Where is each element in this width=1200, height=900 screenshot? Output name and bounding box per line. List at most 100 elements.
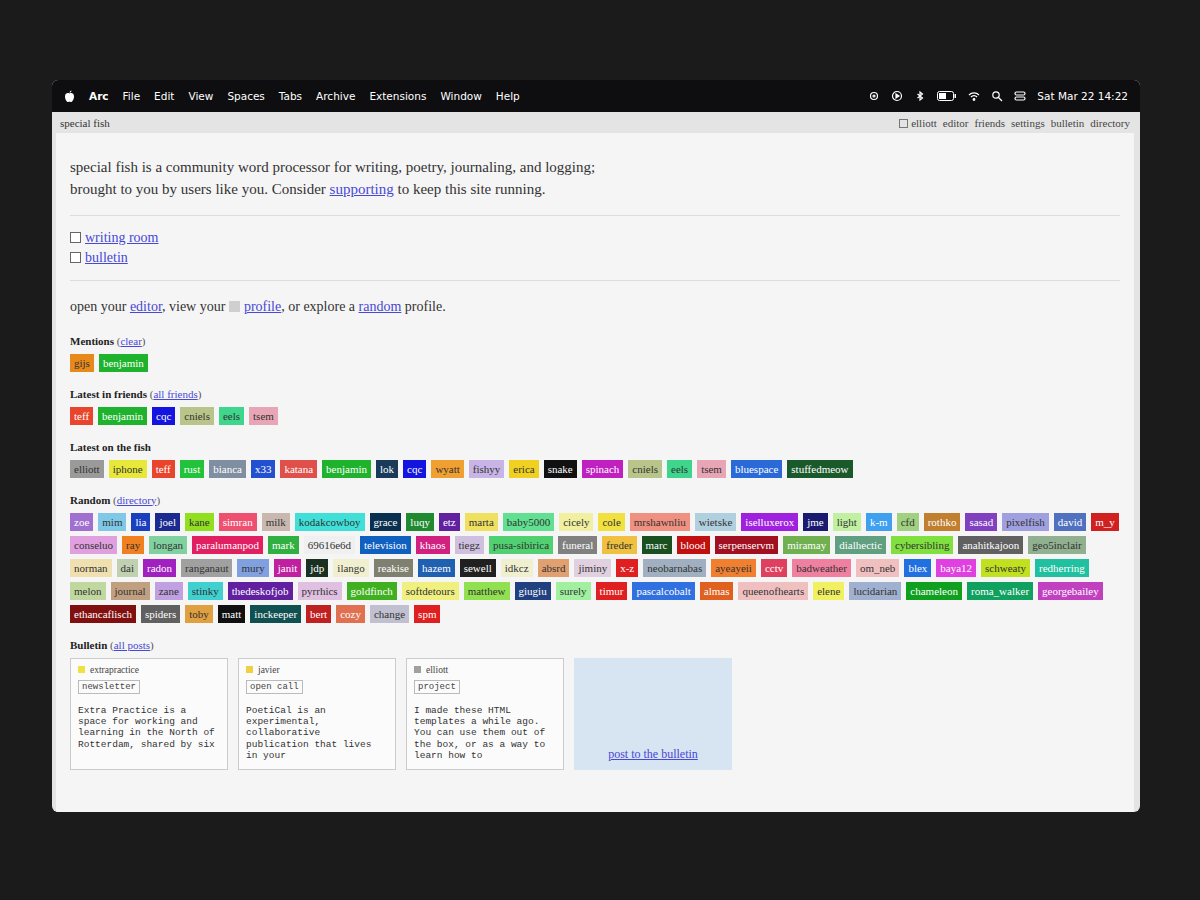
user-tag[interactable]: surely xyxy=(556,582,591,600)
user-tag[interactable]: x33 xyxy=(251,460,276,478)
bulletin-card[interactable]: elliottprojectI made these HTML template… xyxy=(406,658,564,771)
user-tag[interactable]: jdp xyxy=(306,559,328,577)
user-tag[interactable]: mim xyxy=(98,513,126,531)
user-tag[interactable]: cqc xyxy=(403,460,426,478)
user-tag[interactable]: teff xyxy=(70,407,93,425)
menu-item[interactable]: Extensions xyxy=(369,90,426,102)
user-tag[interactable]: fishyy xyxy=(469,460,505,478)
user-tag[interactable]: jme xyxy=(803,513,828,531)
room-item[interactable]: writing room xyxy=(70,230,1120,246)
section-link[interactable]: clear xyxy=(120,335,141,347)
user-tag[interactable]: spinach xyxy=(582,460,624,478)
user-tag[interactable]: lia xyxy=(131,513,150,531)
user-tag[interactable]: gijs xyxy=(70,354,94,372)
user-tag[interactable]: janit xyxy=(274,559,302,577)
user-tag[interactable]: david xyxy=(1054,513,1086,531)
user-tag[interactable]: ray xyxy=(122,536,144,554)
user-tag[interactable]: benjamin xyxy=(99,354,148,372)
user-tag[interactable]: pixelfish xyxy=(1002,513,1049,531)
user-tag[interactable]: norman xyxy=(70,559,112,577)
user-tag[interactable]: baby5000 xyxy=(503,513,554,531)
room-item[interactable]: bulletin xyxy=(70,250,1120,266)
user-tag[interactable]: erica xyxy=(509,460,538,478)
user-tag[interactable]: reakise xyxy=(374,559,413,577)
user-tag[interactable]: cfd xyxy=(897,513,919,531)
user-tag[interactable]: cniels xyxy=(628,460,662,478)
user-tag[interactable]: roma_walker xyxy=(967,582,1033,600)
section-link[interactable]: all friends xyxy=(153,388,197,400)
user-tag[interactable]: freder xyxy=(602,536,636,554)
user-tag[interactable]: etz xyxy=(439,513,460,531)
user-tag[interactable]: journal xyxy=(111,582,150,600)
user-tag[interactable]: bert xyxy=(306,605,331,623)
nav-link[interactable]: settings xyxy=(1011,117,1045,129)
user-tag[interactable]: simran xyxy=(219,513,257,531)
user-tag[interactable]: spiders xyxy=(141,605,180,623)
post-link[interactable]: post to the bulletin xyxy=(608,747,698,762)
user-tag[interactable]: blood xyxy=(677,536,710,554)
room-link[interactable]: writing room xyxy=(85,230,159,246)
user-tag[interactable]: almas xyxy=(700,582,734,600)
user-tag[interactable]: schweaty xyxy=(981,559,1030,577)
user-tag[interactable]: iselluxerox xyxy=(741,513,798,531)
supporting-link[interactable]: supporting xyxy=(330,181,394,197)
room-link[interactable]: bulletin xyxy=(85,250,128,266)
user-tag[interactable]: anahitkajoon xyxy=(958,536,1023,554)
menu-item[interactable]: Window xyxy=(440,90,481,102)
user-tag[interactable]: bluespace xyxy=(731,460,782,478)
user-tag[interactable]: television xyxy=(360,536,411,554)
user-tag[interactable]: mrshawnliu xyxy=(630,513,690,531)
user-tag[interactable]: miramay xyxy=(783,536,830,554)
user-tag[interactable]: matthew xyxy=(464,582,510,600)
clock[interactable]: Sat Mar 22 14:22 xyxy=(1037,90,1128,102)
menu-item[interactable]: Archive xyxy=(316,90,355,102)
open-line-link[interactable]: random xyxy=(359,299,402,314)
user-tag[interactable]: longan xyxy=(149,536,187,554)
user-tag[interactable]: 69616e6d xyxy=(304,536,355,554)
menu-item[interactable]: View xyxy=(188,90,213,102)
user-tag[interactable]: chameleon xyxy=(906,582,962,600)
user-tag[interactable]: lucidarian xyxy=(849,582,901,600)
user-tag[interactable]: cybersibling xyxy=(891,536,953,554)
user-tag[interactable]: conseluo xyxy=(70,536,117,554)
user-tag[interactable]: giugiu xyxy=(515,582,551,600)
user-tag[interactable]: cozy xyxy=(336,605,365,623)
gear-icon[interactable] xyxy=(868,90,880,102)
user-tag[interactable]: cicely xyxy=(559,513,593,531)
user-tag[interactable]: stinky xyxy=(188,582,223,600)
user-tag[interactable]: marc xyxy=(642,536,672,554)
user-tag[interactable]: elene xyxy=(813,582,844,600)
user-tag[interactable]: eels xyxy=(219,407,244,425)
nav-link[interactable]: editor xyxy=(943,117,969,129)
user-tag[interactable]: paralumanpod xyxy=(192,536,263,554)
apple-logo-icon[interactable] xyxy=(64,90,75,103)
control-center-icon[interactable] xyxy=(1014,90,1026,102)
user-tag[interactable]: inckeeper xyxy=(250,605,301,623)
wifi-icon[interactable] xyxy=(968,90,980,102)
user-tag[interactable]: iphone xyxy=(109,460,147,478)
user-tag[interactable]: queenofhearts xyxy=(738,582,808,600)
section-link[interactable]: directory xyxy=(117,494,157,506)
nav-link[interactable]: directory xyxy=(1090,117,1130,129)
menu-item[interactable]: File xyxy=(123,90,141,102)
user-tag[interactable]: katana xyxy=(280,460,317,478)
room-checkbox[interactable] xyxy=(70,252,81,263)
user-tag[interactable]: wietske xyxy=(695,513,737,531)
user-tag[interactable]: cniels xyxy=(180,407,214,425)
user-tag[interactable]: lok xyxy=(376,460,398,478)
user-tag[interactable]: baya12 xyxy=(936,559,976,577)
user-tag[interactable]: grace xyxy=(370,513,402,531)
room-checkbox[interactable] xyxy=(70,232,81,243)
user-tag[interactable]: tiegz xyxy=(455,536,484,554)
open-line-link[interactable]: profile xyxy=(244,299,281,314)
user-tag[interactable]: tsem xyxy=(249,407,278,425)
user-tag[interactable]: matt xyxy=(218,605,246,623)
user-tag[interactable]: cctv xyxy=(761,559,787,577)
user-tag[interactable]: stuffedmeow xyxy=(787,460,852,478)
user-tag[interactable]: pascalcobalt xyxy=(632,582,694,600)
user-tag[interactable]: hazem xyxy=(418,559,455,577)
bulletin-card[interactable]: javieropen callPoetiCal is an experiment… xyxy=(238,658,396,771)
user-tag[interactable]: blex xyxy=(904,559,931,577)
user-tag[interactable]: idkcz xyxy=(501,559,533,577)
user-tag[interactable]: rothko xyxy=(924,513,961,531)
